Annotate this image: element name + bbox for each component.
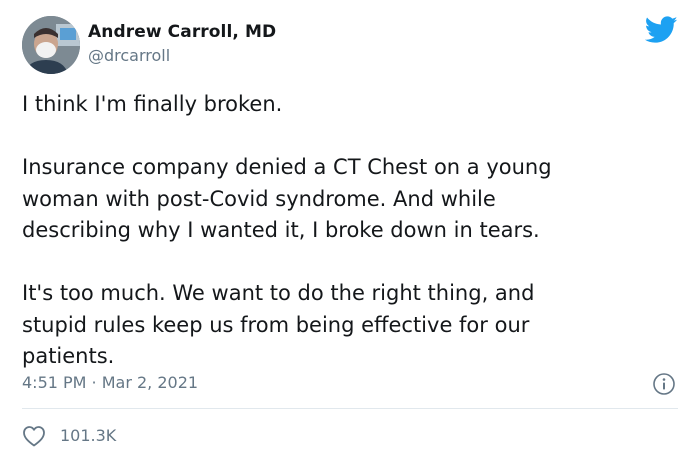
tweet-timestamp[interactable]: 4:51 PM · Mar 2, 2021 [22, 373, 198, 392]
tweet-line: patients. [22, 344, 115, 368]
tweet-line: stupid rules keep us from being effectiv… [22, 312, 530, 337]
tweet-line: woman with post-Covid syndrome. And whil… [22, 186, 496, 211]
author-handle[interactable]: @drcarroll [88, 46, 170, 65]
tweet-line: describing why I wanted it, I broke down… [22, 218, 540, 242]
divider [22, 408, 678, 409]
avatar[interactable] [22, 16, 80, 74]
like-count[interactable]: 101.3K [60, 426, 116, 445]
tweet-text: I think I'm finally broken. Insurance co… [22, 89, 682, 373]
tweet-line: It's too much. We want to do the right t… [22, 281, 535, 305]
info-icon[interactable] [652, 372, 676, 396]
heart-icon[interactable] [22, 425, 46, 447]
tweet-line: Insurance company denied a CT Chest on a… [22, 155, 552, 179]
twitter-bird-icon[interactable] [645, 16, 678, 44]
tweet-line: I think I'm finally broken. [22, 92, 283, 116]
tweet-card: Andrew Carroll, MD @drcarroll I think I'… [0, 0, 700, 463]
author-display-name[interactable]: Andrew Carroll, MD [88, 22, 276, 42]
